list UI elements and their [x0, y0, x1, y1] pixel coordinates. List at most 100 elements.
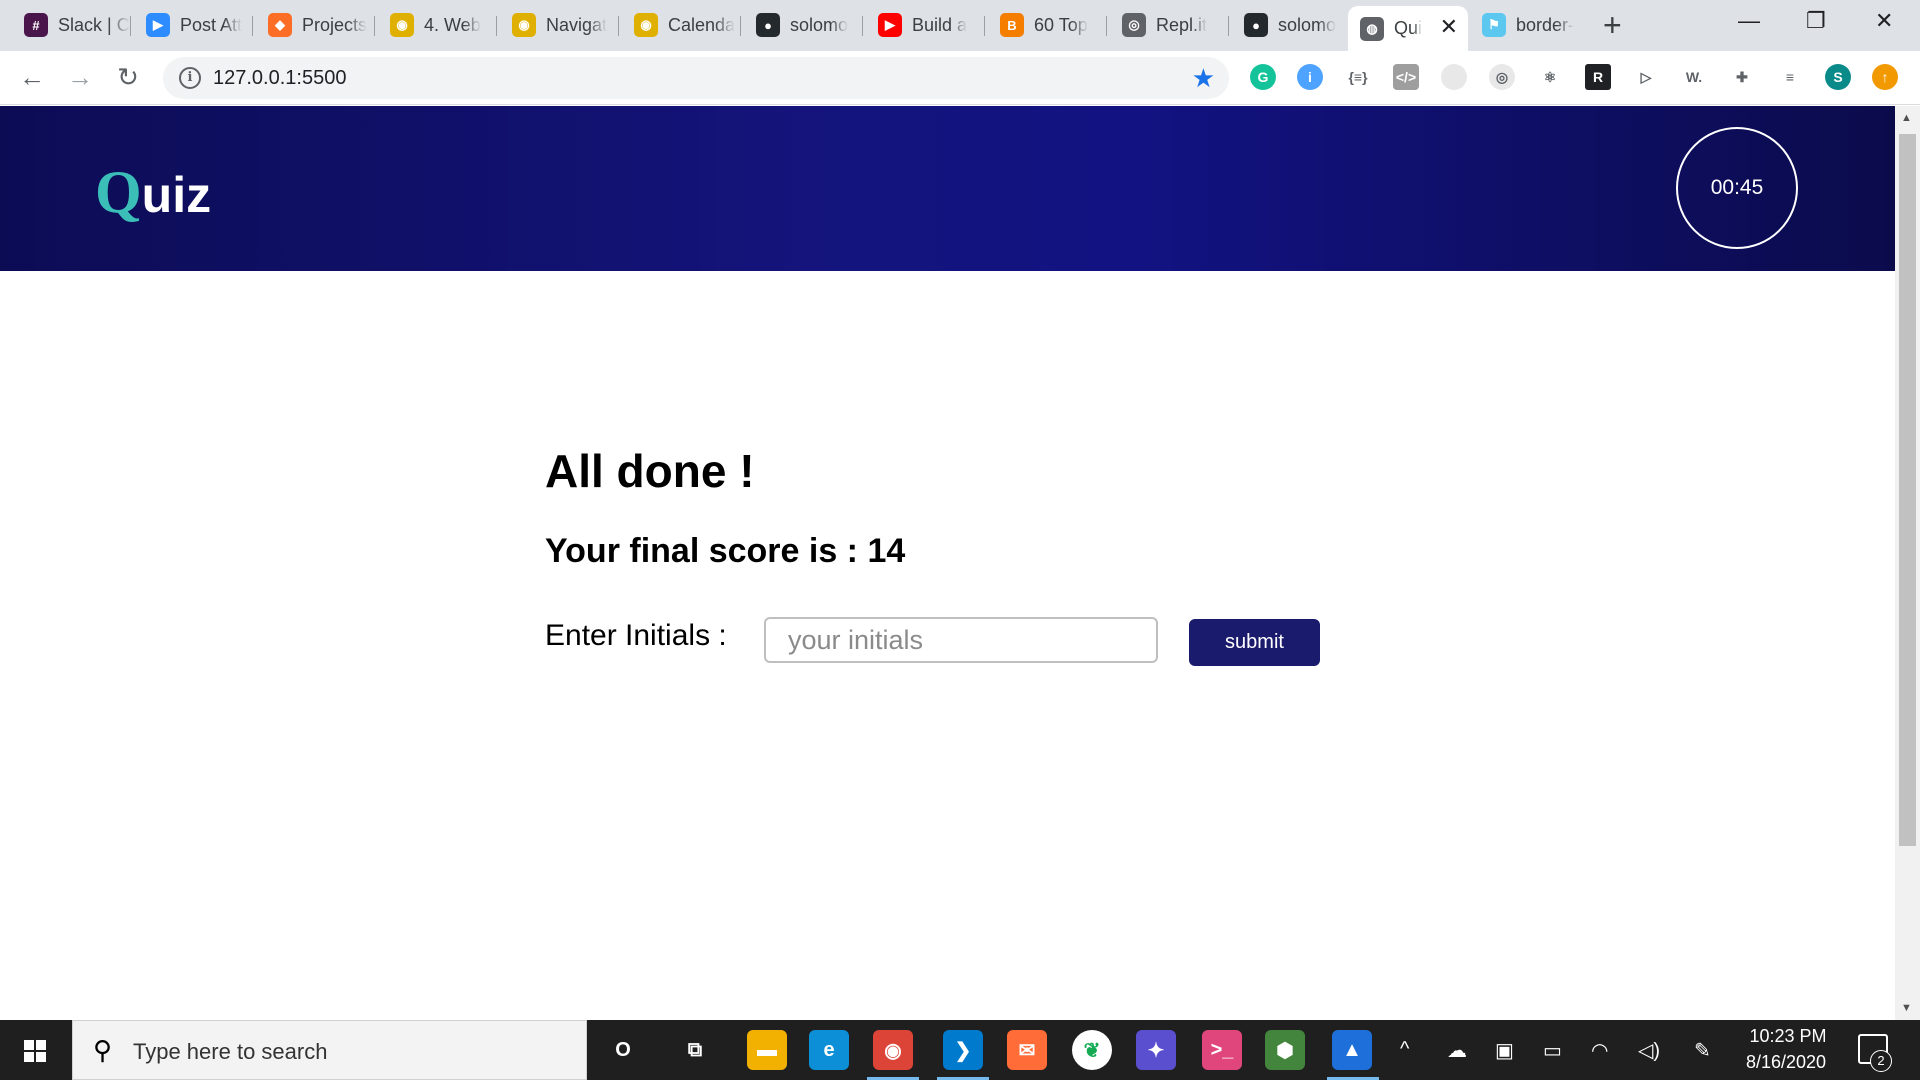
wifi-icon[interactable]: ◠	[1591, 1038, 1608, 1063]
r-extension-icon[interactable]: R	[1585, 64, 1611, 90]
submit-button[interactable]: submit	[1189, 619, 1320, 666]
terminal-icon[interactable]: >_	[1202, 1030, 1242, 1070]
address-bar[interactable]: i 127.0.0.1:5500 ★	[163, 57, 1229, 99]
clock-time[interactable]: 10:23 PM	[1748, 1026, 1828, 1047]
update-icon[interactable]: ↑	[1872, 64, 1898, 90]
task-view-icon[interactable]: ⧉	[675, 1030, 715, 1070]
restore-button[interactable]: ❐	[1806, 8, 1826, 34]
browser-tab-title: solomo	[790, 14, 849, 35]
w-extension-icon[interactable]: W.	[1681, 64, 1707, 90]
blogger-icon: B	[1000, 13, 1024, 37]
taskbar-search-placeholder: Type here to search	[133, 1039, 328, 1064]
media-control-icon[interactable]: ≡	[1777, 64, 1803, 90]
code-viewer-icon[interactable]: </>	[1393, 64, 1419, 90]
browser-tab[interactable]: ● solomo	[744, 8, 862, 42]
search-icon: ⚲	[93, 1035, 113, 1065]
tab-separator	[984, 16, 985, 36]
browser-tab-title: Qui	[1394, 18, 1423, 38]
browser-tab[interactable]: ▶ Post Att	[134, 8, 252, 42]
page-scrollbar[interactable]: ▲ ▼	[1895, 106, 1920, 1020]
tab-separator	[1228, 16, 1229, 36]
browser-tab[interactable]: ◉ 4. Web	[378, 8, 496, 42]
browser-tab[interactable]: ◎ Repl.it	[1110, 8, 1228, 42]
browser-tab-title: Navigat	[546, 14, 608, 35]
battery-icon[interactable]: ▭	[1543, 1038, 1562, 1063]
grammarly-icon[interactable]: G	[1250, 64, 1276, 90]
info-extension-icon[interactable]: i	[1297, 64, 1323, 90]
reload-button[interactable]: ↻	[112, 61, 144, 93]
browser-tab-title: Post Att	[180, 14, 243, 35]
back-button[interactable]: ←	[16, 61, 48, 93]
file-explorer-icon[interactable]: ▬	[747, 1030, 787, 1070]
volume-icon[interactable]: ◁)	[1638, 1038, 1660, 1063]
browser-tab[interactable]: ▶ Build a	[866, 8, 984, 42]
browser-tab[interactable]: # Slack | C	[12, 8, 130, 42]
postman-icon[interactable]: ✉	[1007, 1030, 1047, 1070]
address-url[interactable]: 127.0.0.1:5500	[213, 67, 346, 90]
logo-text: uiz	[141, 167, 212, 223]
final-score: Your final score is : 14	[545, 532, 906, 570]
browser-tab[interactable]: B 60 Top	[988, 8, 1106, 42]
react-devtools-icon[interactable]: ⚛	[1537, 64, 1563, 90]
browser-tab-strip: + — ❐ ✕ # Slack | C ▶ Post Att ◆ Projects ◉ 4. …	[0, 0, 1920, 51]
show-hidden-icons-icon[interactable]: ^	[1400, 1038, 1409, 1061]
mongodb-icon[interactable]: ❦	[1072, 1030, 1112, 1070]
browser-tab[interactable]: ◆ Projects	[256, 8, 374, 42]
profile-avatar-icon[interactable]: S	[1825, 64, 1851, 90]
edge-icon[interactable]: e	[809, 1030, 849, 1070]
browser-toolbar: ← → ↻ i 127.0.0.1:5500 ★ Gi {≡} </> ◎ ⚛ R ▷ W. ✚…	[0, 51, 1920, 105]
initials-input[interactable]	[764, 617, 1158, 663]
flag-icon: ⚑	[1482, 13, 1506, 37]
browser-tab[interactable]: ◉ Calenda	[622, 8, 740, 42]
initials-label: Enter Initials :	[545, 619, 727, 652]
browser-tab[interactable]: ◉ Navigat	[500, 8, 618, 42]
device-icon[interactable]: ▣	[1495, 1038, 1514, 1063]
start-button[interactable]	[0, 1020, 72, 1080]
scrollbar-thumb[interactable]	[1899, 134, 1916, 846]
blank-extension-icon[interactable]	[1441, 64, 1467, 90]
quiz-logo: Quiz	[95, 158, 211, 227]
scroll-down-arrow[interactable]: ▼	[1901, 1002, 1912, 1014]
browser-tab-title: Build a	[912, 14, 968, 35]
windows-taskbar: ⚲ Type here to search ^ ☁ ▣ ▭ ◠ ◁) ✎ 10:…	[0, 1020, 1920, 1080]
camera-extension-icon[interactable]: ◎	[1489, 64, 1515, 90]
browser-tab-title: Calenda	[668, 14, 736, 35]
vscode-icon[interactable]: ❯	[943, 1030, 983, 1070]
gitkraken-icon[interactable]: ✦	[1136, 1030, 1176, 1070]
bookmark-star-icon[interactable]: ★	[1192, 63, 1215, 94]
new-tab-button[interactable]: +	[1603, 8, 1622, 42]
clock-date[interactable]: 8/16/2020	[1736, 1052, 1836, 1073]
tab-separator	[740, 16, 741, 36]
site-info-icon[interactable]: i	[179, 67, 201, 89]
json-viewer-icon[interactable]: {≡}	[1345, 64, 1371, 90]
github-icon: ●	[756, 13, 780, 37]
close-tab-icon[interactable]: ✕	[1440, 14, 1458, 40]
countdown-timer: 00:45	[1676, 127, 1798, 249]
youtube-icon: ▶	[878, 13, 902, 37]
cortana-icon[interactable]: O	[603, 1030, 643, 1070]
close-window-button[interactable]: ✕	[1875, 8, 1893, 34]
nodejs-icon[interactable]: ⬢	[1265, 1030, 1305, 1070]
puzzle-icon[interactable]: ✚	[1729, 64, 1755, 90]
photos-icon[interactable]: ▲	[1332, 1030, 1372, 1070]
browser-tab[interactable]: ◍ Qui ✕	[1348, 6, 1468, 51]
browser-tab[interactable]: ⚑ border-	[1470, 8, 1590, 42]
onedrive-icon[interactable]: ☁	[1447, 1038, 1467, 1063]
tab-separator	[618, 16, 619, 36]
chrome-icon[interactable]: ◉	[873, 1030, 913, 1070]
notification-count-badge: 2	[1870, 1050, 1892, 1072]
bootcamp-icon: ◉	[512, 13, 536, 37]
logo-initial: Q	[95, 159, 142, 225]
scroll-up-arrow[interactable]: ▲	[1901, 112, 1912, 124]
taskbar-search[interactable]: ⚲ Type here to search	[72, 1020, 587, 1080]
tab-separator	[862, 16, 863, 36]
minimize-button[interactable]: —	[1738, 8, 1760, 34]
forward-button[interactable]: →	[64, 61, 96, 93]
tab-separator	[496, 16, 497, 36]
tab-separator	[1106, 16, 1107, 36]
quiz-page: Quiz 00:45 All done ! Your final score i…	[0, 106, 1895, 1020]
browser-tab[interactable]: ● solomo	[1232, 8, 1344, 42]
pen-icon[interactable]: ✎	[1694, 1038, 1711, 1063]
zoom-icon: ▶	[146, 13, 170, 37]
screencast-icon[interactable]: ▷	[1633, 64, 1659, 90]
